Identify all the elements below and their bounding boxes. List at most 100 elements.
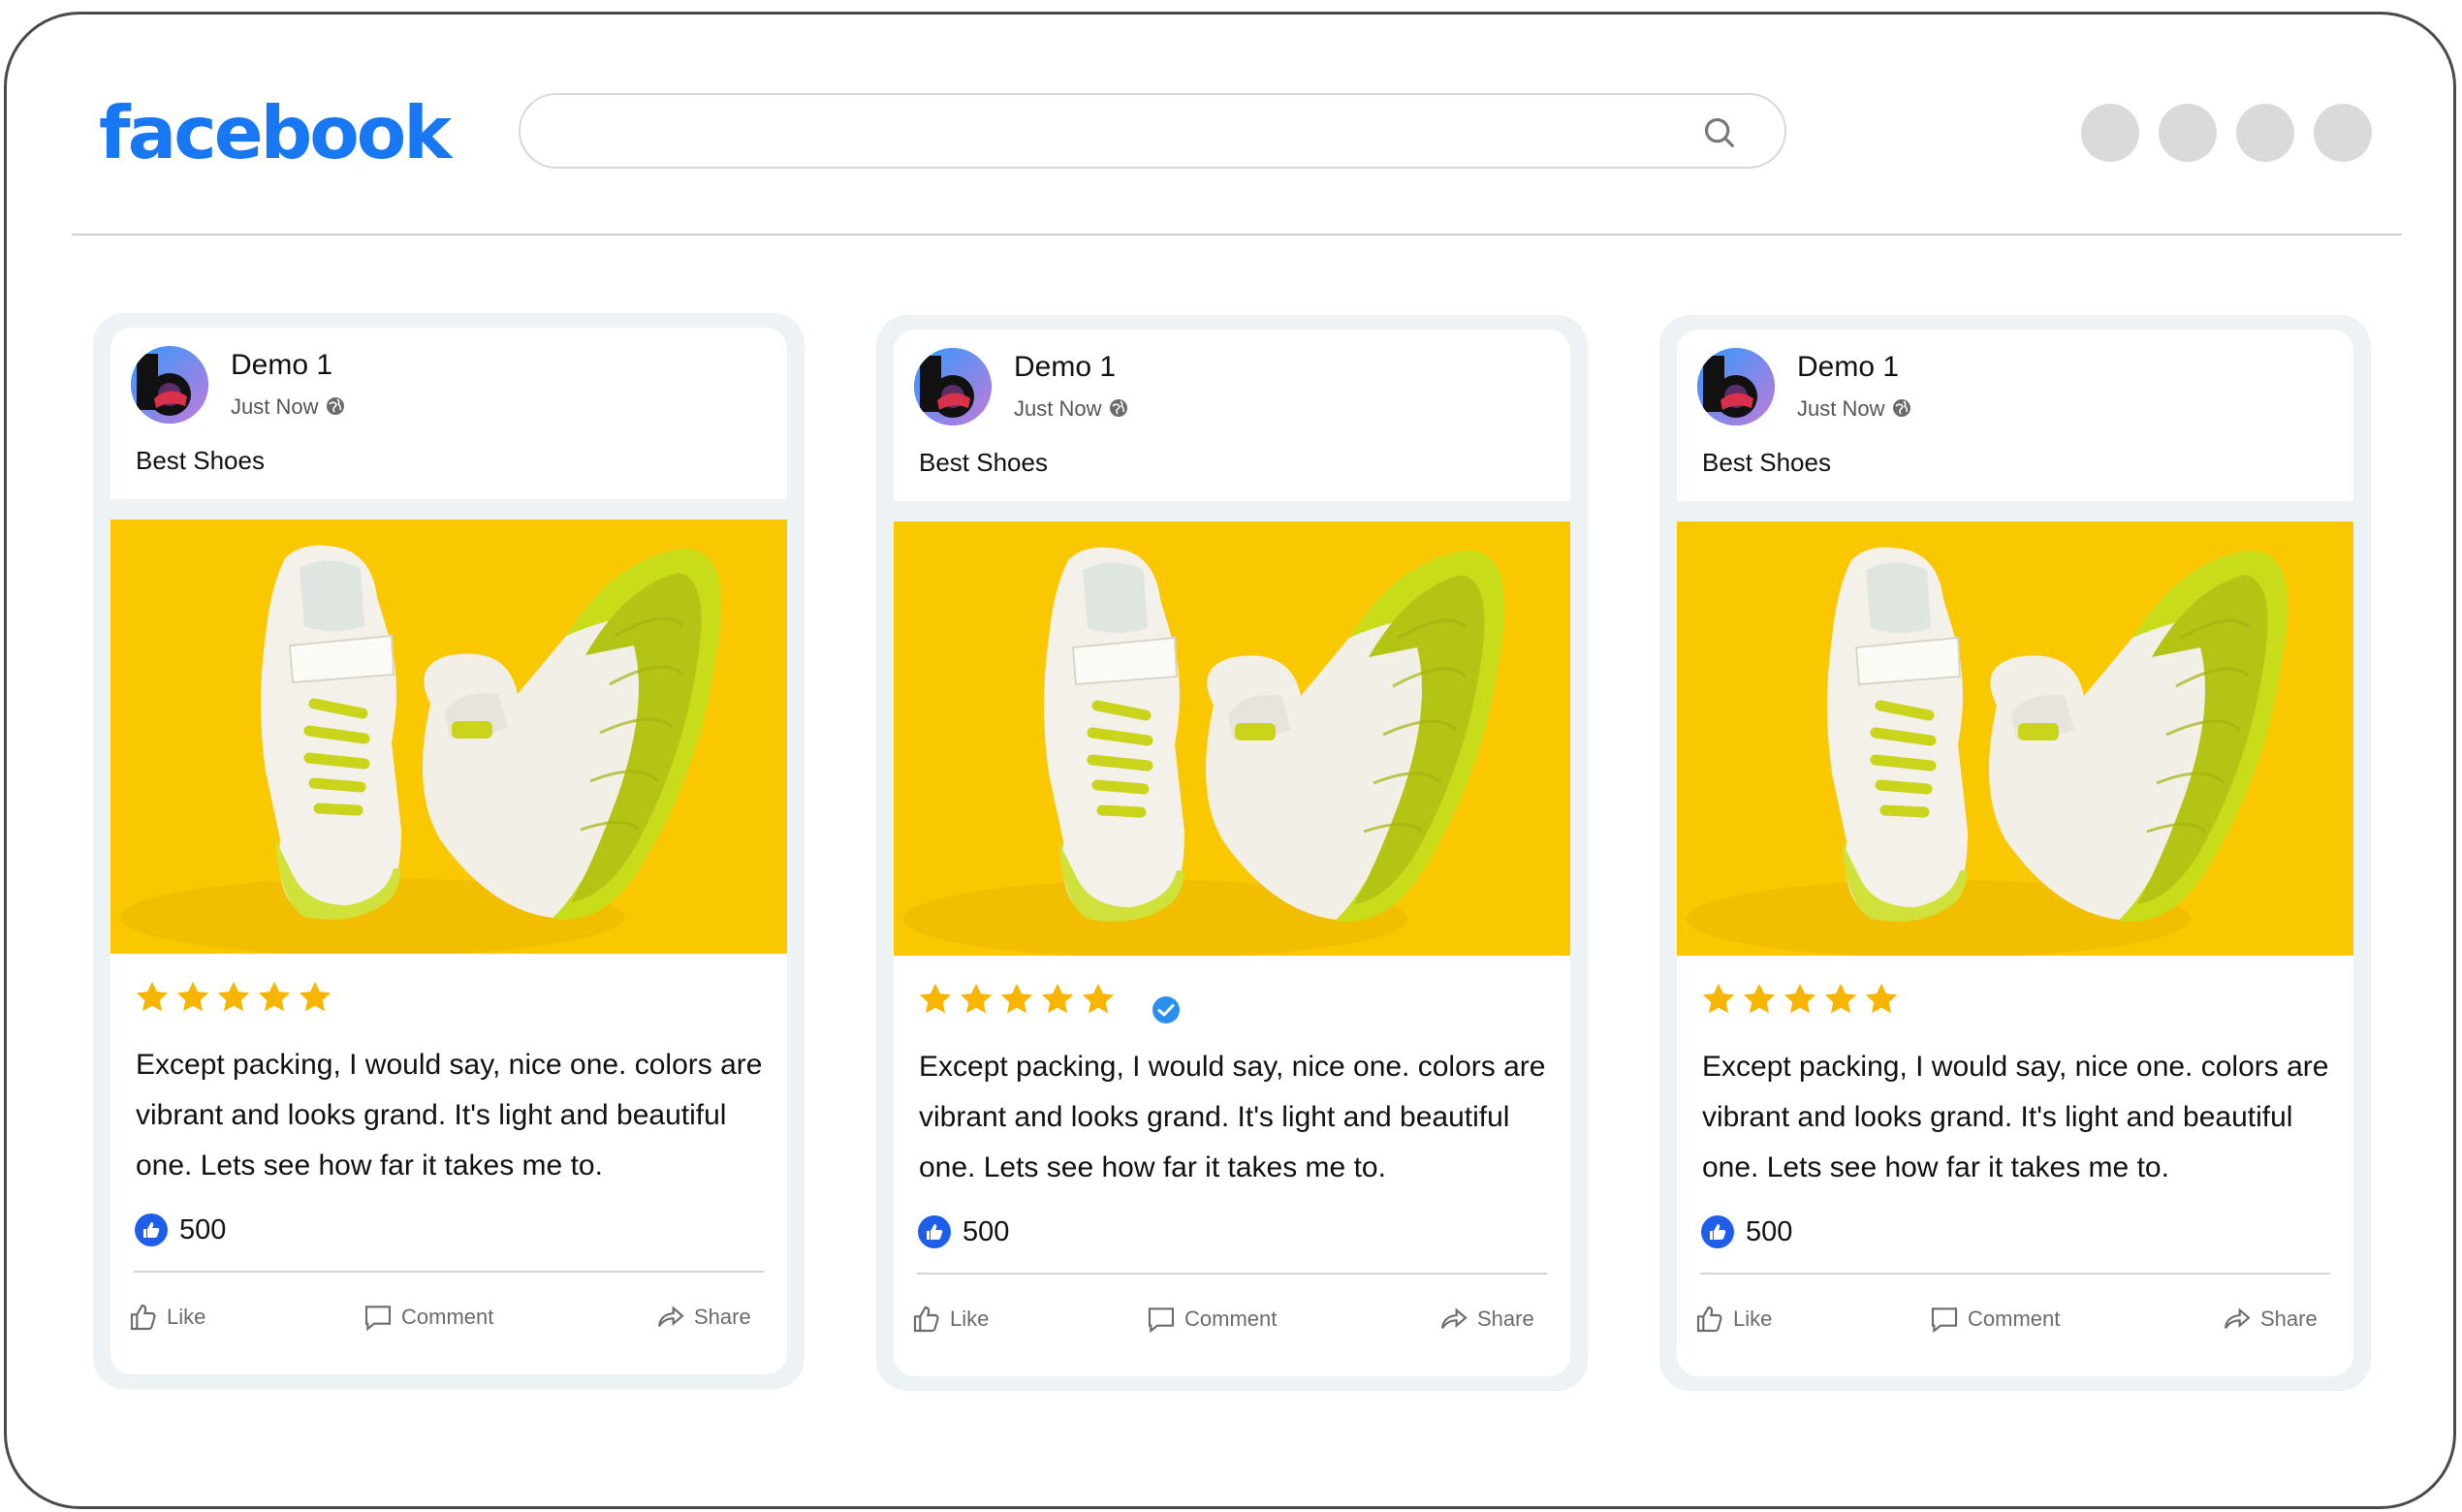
comment-button[interactable]: Comment: [1929, 1304, 2060, 1335]
share-button[interactable]: Share: [655, 1302, 751, 1333]
share-label: Share: [694, 1305, 751, 1329]
avatar[interactable]: [1697, 348, 1775, 425]
share-label: Share: [1477, 1307, 1534, 1331]
separator: [110, 499, 787, 520]
avatar-image: [914, 348, 992, 425]
comment-label: Comment: [401, 1305, 494, 1329]
post-card-frame-3: Demo 1 Just Now Best Shoes Except packin…: [1659, 315, 2371, 1391]
like-summary[interactable]: 500: [918, 1214, 1009, 1249]
thumbs-up-icon: [913, 1306, 939, 1333]
separator: [1677, 501, 2353, 521]
post-card: Demo 1 Just Now Best Shoes Except packin…: [894, 330, 1570, 1376]
like-button[interactable]: Like: [128, 1302, 205, 1333]
share-label: Share: [2260, 1307, 2318, 1331]
nav-circle-2[interactable]: [2159, 104, 2217, 162]
review-text: Except packing, I would say, nice one. c…: [136, 1049, 763, 1181]
rating-stars: [1700, 981, 1900, 1020]
search-icon[interactable]: [1701, 114, 1738, 151]
nav-circle-4[interactable]: [2314, 104, 2372, 162]
post-time-label: Just Now: [1797, 396, 1885, 421]
share-button[interactable]: Share: [2222, 1304, 2318, 1335]
actions-divider: [1700, 1273, 2330, 1275]
post-time-label: Just Now: [1014, 396, 1102, 421]
like-summary[interactable]: 500: [1701, 1214, 1792, 1249]
author-name[interactable]: Demo 1: [231, 349, 332, 382]
like-count: 500: [1746, 1215, 1793, 1247]
star-icon: [136, 981, 169, 1012]
comment-label: Comment: [1968, 1307, 2061, 1331]
star-icon: [960, 983, 993, 1014]
post-time: Just Now: [1797, 396, 1911, 422]
post-card-frame-1: Demo 1 Just Now Best Shoes Except packin…: [93, 313, 805, 1389]
share-icon: [1440, 1307, 1468, 1329]
nav-circle-1[interactable]: [2081, 104, 2139, 162]
star-icon: [1865, 983, 1898, 1014]
comment-button[interactable]: Comment: [363, 1302, 493, 1333]
comment-button[interactable]: Comment: [1146, 1304, 1277, 1335]
star-icon: [1743, 983, 1776, 1014]
star-icon: [919, 983, 952, 1014]
product-photo[interactable]: [894, 521, 1570, 956]
star-icon: [258, 981, 291, 1012]
author-name[interactable]: Demo 1: [1797, 351, 1899, 384]
header-divider: [72, 234, 2402, 236]
like-count: 500: [179, 1213, 227, 1245]
sneakers-image: [110, 520, 787, 954]
like-count: 500: [963, 1215, 1010, 1247]
globe-icon: [1110, 399, 1128, 417]
post-card-frame-2: Demo 1 Just Now Best Shoes Except packin…: [876, 315, 1588, 1391]
like-reaction-icon: [1701, 1215, 1734, 1248]
avatar[interactable]: [131, 346, 208, 424]
star-icon: [1702, 983, 1735, 1014]
post-header: Demo 1 Just Now Best Shoes: [894, 330, 1570, 501]
separator: [894, 501, 1570, 521]
rating-stars: [917, 981, 1117, 1020]
avatar-image: [131, 346, 208, 424]
like-label: Like: [950, 1307, 990, 1331]
globe-icon: [327, 397, 345, 415]
post-caption: Best Shoes: [1702, 448, 1831, 477]
search-input[interactable]: [519, 93, 1786, 169]
like-button[interactable]: Like: [1694, 1304, 1772, 1335]
avatar-image: [1697, 348, 1775, 425]
star-icon: [1082, 983, 1115, 1014]
thumbs-up-icon: [1696, 1306, 1722, 1333]
product-photo[interactable]: [1677, 521, 2353, 956]
review-text: Except packing, I would say, nice one. c…: [919, 1051, 1546, 1183]
like-reaction-icon: [918, 1215, 951, 1248]
actions-divider: [134, 1271, 764, 1273]
product-photo[interactable]: [110, 520, 787, 954]
comment-label: Comment: [1184, 1307, 1278, 1331]
post-time: Just Now: [1014, 396, 1128, 422]
share-button[interactable]: Share: [1438, 1304, 1534, 1335]
share-icon: [2224, 1307, 2251, 1329]
review-text: Except packing, I would say, nice one. c…: [1702, 1051, 2329, 1183]
like-summary[interactable]: 500: [135, 1213, 226, 1247]
sneakers-image: [894, 521, 1570, 956]
like-label: Like: [167, 1305, 206, 1329]
share-icon: [657, 1306, 684, 1327]
post-card: Demo 1 Just Now Best Shoes Except packin…: [1677, 330, 2353, 1376]
author-name[interactable]: Demo 1: [1014, 351, 1116, 384]
like-button[interactable]: Like: [911, 1304, 989, 1335]
comment-icon: [1931, 1307, 1958, 1334]
post-time-label: Just Now: [231, 394, 319, 419]
like-reaction-icon: [135, 1213, 168, 1246]
star-icon: [1000, 983, 1033, 1014]
post-time: Just Now: [231, 394, 345, 420]
post-caption: Best Shoes: [919, 448, 1048, 477]
nav-circle-3[interactable]: [2236, 104, 2294, 162]
star-icon: [176, 981, 209, 1012]
like-label: Like: [1733, 1307, 1773, 1331]
post-caption: Best Shoes: [136, 446, 265, 475]
avatar[interactable]: [914, 348, 992, 425]
comment-icon: [1148, 1307, 1175, 1334]
verified-badge-icon: [1152, 996, 1180, 1024]
globe-icon: [1893, 399, 1911, 417]
comment-icon: [364, 1306, 392, 1332]
star-icon: [1824, 983, 1857, 1014]
facebook-logo[interactable]: facebook: [99, 90, 452, 175]
star-icon: [1041, 983, 1074, 1014]
post-header: Demo 1 Just Now Best Shoes: [1677, 330, 2353, 501]
post-card: Demo 1 Just Now Best Shoes Except packin…: [110, 328, 787, 1374]
